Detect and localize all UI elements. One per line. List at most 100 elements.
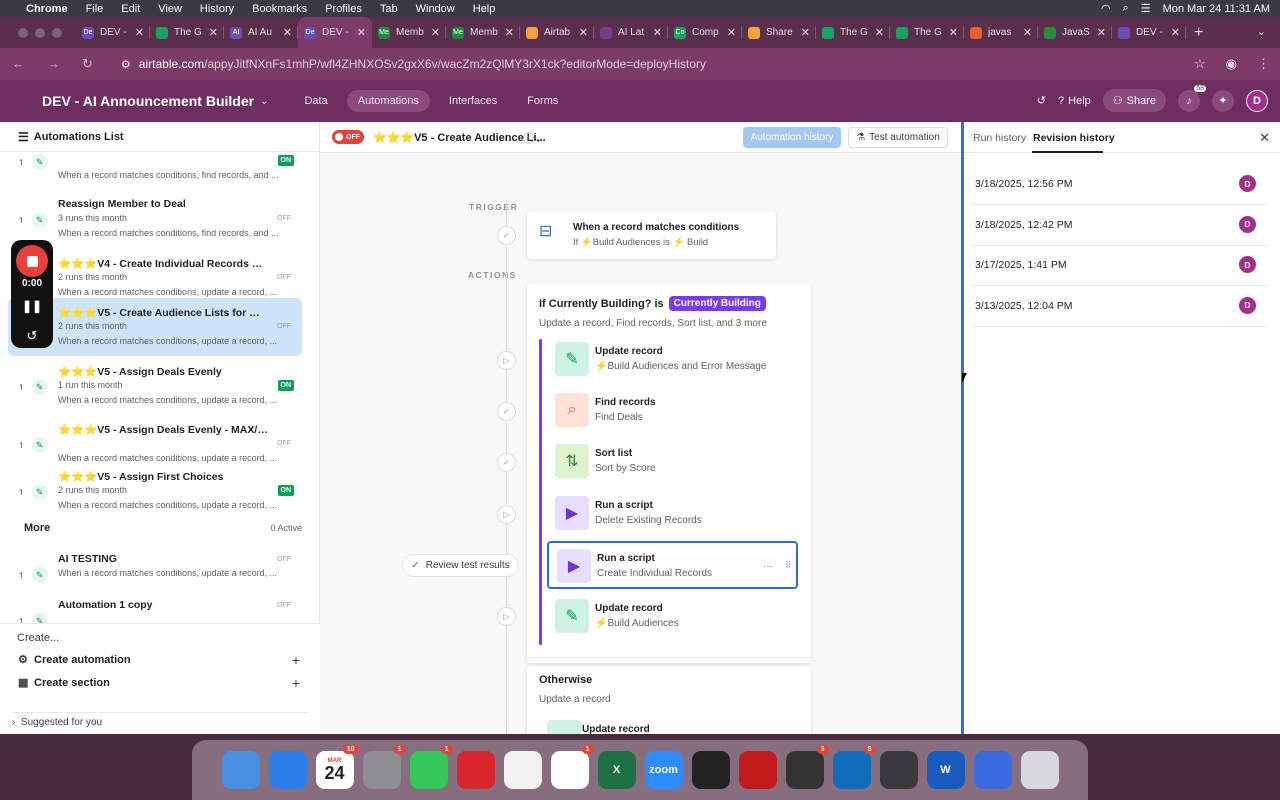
tab-close-icon[interactable]: ✕: [1097, 26, 1106, 39]
drag-handle-icon[interactable]: ⠿: [785, 560, 792, 571]
dock-outlook-icon[interactable]: 5: [832, 745, 876, 789]
tab-close-icon[interactable]: ✕: [579, 26, 588, 39]
menu-help[interactable]: Help: [473, 3, 496, 15]
dock-safari-icon[interactable]: [268, 751, 307, 789]
browser-tab[interactable]: Me Memb ✕: [446, 17, 520, 48]
automation-history-button[interactable]: Automation history: [743, 127, 841, 148]
share-button[interactable]: ⚇ Share: [1102, 89, 1166, 112]
browser-tab[interactable]: De DEV - ✕: [76, 17, 150, 48]
menu-history[interactable]: History: [200, 3, 234, 15]
action-step[interactable]: ▶ Run a script Create Individual Records ··…: [547, 541, 798, 589]
action-step[interactable]: ✎ Update record ⚡Build Audiences and Error…: [547, 336, 798, 384]
tab-close-icon[interactable]: ✕: [1023, 26, 1032, 39]
dock-zoom-icon[interactable]: zoom: [644, 751, 683, 789]
menu-chrome[interactable]: Chrome: [26, 3, 68, 15]
browser-tab[interactable]: DEV - ✕: [1112, 17, 1186, 48]
help-button[interactable]: ? Help: [1058, 95, 1091, 107]
reload-icon[interactable]: ↻: [82, 56, 93, 72]
dock-word-icon[interactable]: W: [926, 751, 965, 789]
dock-trash-icon[interactable]: [1020, 751, 1059, 789]
sidebar-header[interactable]: ☰ Automations List: [0, 122, 319, 152]
action-step[interactable]: ⇅ Sort list Sort by Score: [547, 438, 798, 486]
tab-close-icon[interactable]: ✕: [209, 26, 218, 39]
dock-utility-icon[interactable]: [973, 751, 1012, 789]
tab-close-icon[interactable]: ✕: [135, 26, 144, 39]
step-play-icon[interactable]: ▷: [497, 351, 516, 370]
tab-close-icon[interactable]: ✕: [505, 26, 514, 39]
automation-title[interactable]: ⭐⭐⭐V5 - Create Audience Li...: [373, 131, 546, 144]
undo-icon[interactable]: ↺: [11, 328, 53, 344]
step-play-icon[interactable]: ▷: [497, 607, 516, 626]
dock-messages-icon[interactable]: 1: [409, 745, 453, 789]
tab-close-icon[interactable]: ✕: [801, 26, 810, 39]
automation-item[interactable]: ↿ ✎ Reassign Member to Deal 3 runs this mon…: [8, 190, 302, 248]
pause-icon[interactable]: ❚❚: [11, 299, 53, 313]
base-name[interactable]: DEV - AI Announcement Builder: [42, 93, 254, 109]
browser-tab[interactable]: AI Lat ✕: [594, 17, 668, 48]
menu-file[interactable]: File: [86, 3, 104, 15]
zoom-window-icon[interactable]: [52, 27, 62, 38]
tab-close-icon[interactable]: ✕: [283, 26, 292, 39]
suggested-for-you[interactable]: › Suggested for you: [12, 712, 308, 728]
browser-tab[interactable]: Airtab ✕: [520, 17, 594, 48]
revision-row[interactable]: 3/17/2025, 1:41 PM D: [972, 246, 1268, 286]
test-automation-button[interactable]: ⚗ Test automation: [848, 127, 948, 148]
tab-close-icon[interactable]: ✕: [357, 26, 366, 39]
more-section-header[interactable]: More 0 Active: [24, 522, 302, 534]
menu-bookmarks[interactable]: Bookmarks: [252, 3, 307, 15]
browser-tab[interactable]: The G ✕: [150, 17, 224, 48]
dock-finder-icon[interactable]: [221, 751, 260, 789]
site-info-icon[interactable]: ⚙: [121, 58, 131, 71]
browser-tab[interactable]: De DEV - ✕: [298, 17, 372, 48]
tab-close-icon[interactable]: ✕: [1171, 26, 1180, 39]
ai-sparkle-icon[interactable]: ✦: [1212, 89, 1234, 112]
new-tab-icon[interactable]: +: [1194, 24, 1203, 42]
stop-recording-button[interactable]: [16, 245, 48, 277]
tab-revision-history[interactable]: Revision history: [1033, 132, 1115, 144]
create-automation-button[interactable]: ⚙ Create automation +: [18, 652, 308, 668]
browser-tab[interactable]: Share ✕: [742, 17, 816, 48]
browser-tab[interactable]: The G ✕: [890, 17, 964, 48]
dock-calculator-icon[interactable]: [879, 751, 918, 789]
action-step[interactable]: ✎ Update record ⚡Build Audiences: [547, 593, 798, 641]
close-window-icon[interactable]: [18, 27, 28, 38]
menu-edit[interactable]: Edit: [121, 3, 140, 15]
dock-excel-icon[interactable]: X: [597, 751, 636, 789]
dock-screen-recorder-icon[interactable]: 3: [785, 745, 829, 789]
revision-row[interactable]: 3/18/2025, 12:56 PM D: [972, 165, 1268, 205]
history-icon[interactable]: ↺: [1037, 94, 1046, 107]
tab-close-icon[interactable]: ✕: [727, 26, 736, 39]
dock-square-icon[interactable]: [691, 751, 730, 789]
info-icon[interactable]: ⓘ⌄: [523, 130, 543, 146]
tab-search-icon[interactable]: ⌄: [1257, 25, 1266, 38]
automation-item[interactable]: ↿ ✎ ⭐⭐⭐V5 - Assign Deals Evenly 1 run this …: [8, 357, 302, 415]
plus-icon[interactable]: +: [292, 652, 300, 668]
control-center-icon[interactable]: ☰: [1141, 2, 1151, 15]
action-step[interactable]: ⌕ Find records Find Deals: [547, 387, 798, 435]
hamburger-icon[interactable]: ☰: [18, 130, 29, 144]
dock-chrome-icon[interactable]: [503, 751, 542, 789]
nav-interfaces[interactable]: Interfaces: [438, 90, 508, 112]
review-test-results-button[interactable]: ✓ Review test results: [402, 554, 519, 577]
menu-view[interactable]: View: [158, 3, 182, 15]
tab-run-history[interactable]: Run history: [973, 132, 1026, 144]
dock-slack-icon[interactable]: 1: [550, 745, 594, 789]
automation-item[interactable]: ↿ ✎ ⭐⭐⭐V5 - Assign First Choices 2 runs thi…: [8, 462, 302, 520]
plus-icon[interactable]: +: [292, 675, 300, 691]
browser-tab[interactable]: The G ✕: [816, 17, 890, 48]
dock-settings-icon[interactable]: 1: [362, 745, 406, 789]
trigger-card[interactable]: ⊟ When a record matches conditions If ⚡B…: [527, 211, 776, 259]
back-icon[interactable]: ←: [12, 56, 25, 72]
chrome-menu-icon[interactable]: ⋮: [1257, 56, 1270, 72]
nav-automations[interactable]: Automations: [346, 90, 430, 112]
bookmark-star-icon[interactable]: ☆: [1194, 56, 1206, 72]
chevron-down-icon[interactable]: ⌄: [260, 96, 268, 107]
wifi-icon[interactable]: ◠: [1101, 2, 1111, 15]
dock-calendar-icon[interactable]: MAR 24 10: [315, 745, 359, 789]
menu-window[interactable]: Window: [416, 3, 455, 15]
minimize-window-icon[interactable]: [35, 27, 45, 38]
dock-acrobat-reader-icon[interactable]: [456, 751, 495, 789]
browser-tab[interactable]: javas ✕: [964, 17, 1038, 48]
dock-acrobat-icon[interactable]: [738, 751, 777, 789]
create-section-button[interactable]: ▦ Create section +: [18, 675, 308, 691]
